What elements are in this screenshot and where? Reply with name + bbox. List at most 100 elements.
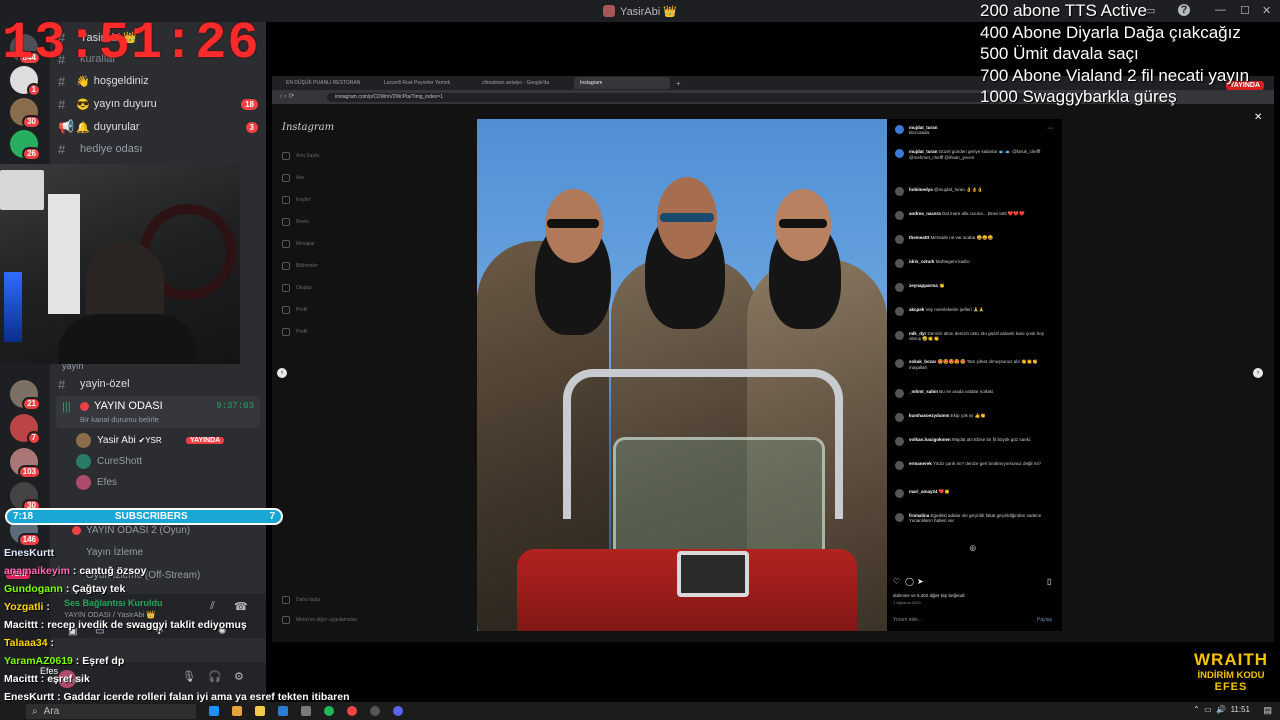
avatar — [76, 453, 91, 469]
spotify-icon[interactable] — [324, 706, 334, 716]
reels-icon — [282, 218, 290, 226]
avatar — [895, 211, 904, 220]
taskbar-clock[interactable]: 11:51 — [1231, 705, 1250, 714]
load-more-comments-icon[interactable]: ⊕ — [969, 543, 977, 554]
like-heart-icon[interactable]: ♡ — [893, 577, 900, 586]
channel-item[interactable]: # 👋 hoşgeldiniz — [58, 71, 149, 91]
chrome-icon[interactable] — [347, 706, 357, 716]
goal-line: 1000 Swaggybarkla güreş — [980, 87, 1177, 106]
discord-icon[interactable] — [393, 706, 403, 716]
webcam-feed — [0, 164, 240, 364]
comment: fromalina Egedeki adalar ole geçirildi f… — [895, 513, 1055, 523]
profile-icon — [282, 306, 290, 314]
nav-explore[interactable]: Keşfet — [282, 196, 310, 204]
close-post-icon[interactable]: ✕ — [1254, 112, 1262, 123]
server-icon-8[interactable]: 30 — [10, 482, 41, 513]
edge-icon[interactable] — [209, 706, 219, 716]
comment: akcpek Vay memleketim şefleri 🙏🙏 — [895, 307, 1055, 316]
comment: themeattt Mersüde ne var acaba 😄😄😄 — [895, 235, 1055, 244]
outlook-icon[interactable] — [278, 706, 288, 716]
chat-message: EnesKurtt — [4, 547, 55, 559]
threads-icon — [282, 328, 290, 336]
notifications-icon[interactable]: ▤ — [1263, 705, 1272, 716]
channel-item[interactable]: # yayin-özel — [58, 374, 130, 394]
chat-message: YaramAZ0619 : Eşref dp — [4, 655, 125, 667]
close-button[interactable]: ✕ — [1262, 4, 1271, 17]
voice-user[interactable]: Yasir Abi ✔YSR YAYINDA — [76, 430, 225, 450]
post-header: mujdat_turan Bozcaada — [895, 125, 1055, 135]
sunglasses-icon: 😎 — [76, 98, 90, 111]
network-icon[interactable]: ▭ — [1204, 705, 1212, 714]
channel-item[interactable]: 📢 🔔 duyurular 3 — [58, 117, 258, 137]
avatar — [895, 187, 904, 196]
sunglasses — [660, 213, 714, 222]
nav-search[interactable]: Ara — [282, 174, 304, 182]
browser-tab[interactable]: chinatown antalyo - Google'da — [476, 77, 572, 89]
store-icon[interactable] — [301, 706, 311, 716]
chat-message: Macittt : eşref sik — [4, 673, 90, 685]
wave-icon: 👋 — [76, 75, 90, 88]
browser-tab[interactable]: EN DÜŞÜK PUANLI RESTORAN — [280, 77, 376, 89]
server-icon-6[interactable]: 7 — [10, 414, 41, 445]
avatar — [895, 331, 904, 340]
avatar — [895, 149, 904, 158]
tray-chevron-icon[interactable]: ⌃ — [1193, 705, 1200, 714]
nav-arrows-icon[interactable]: ‹ › ⟳ — [280, 92, 294, 100]
nav-create[interactable]: Oluştur — [282, 284, 312, 292]
avatar — [895, 461, 904, 470]
sub-count-right: 7 — [269, 511, 275, 522]
server-ping-badge: 7 — [26, 431, 41, 445]
channel-status-hint[interactable]: Bir kanal durumu belirle — [80, 415, 159, 424]
next-post-arrow[interactable]: › — [1253, 368, 1263, 378]
channel-item[interactable]: # hediye odası — [58, 139, 142, 159]
instagram-logo[interactable]: Instagram — [282, 122, 334, 133]
goal-line: 500 Ümit davala saçı — [980, 44, 1139, 63]
nav-reels[interactable]: Reels — [282, 218, 309, 226]
channel-item[interactable]: # 😎 yayın duyuru 18 — [58, 94, 258, 114]
compass-icon — [282, 196, 290, 204]
chat-message: Gundogann : Çağtay tek — [4, 583, 126, 595]
share-icon[interactable]: ➤ — [917, 577, 924, 586]
nav-profile[interactable]: Profil — [282, 306, 307, 314]
avatar[interactable] — [895, 125, 904, 134]
comment: mlk_dyr Denizin altını denizin üstü. Bu … — [895, 331, 1055, 342]
subscriber-bar: 7:18 SUBSCRIBERS 7 — [5, 508, 283, 525]
comment-bubble-icon[interactable]: ◯ — [905, 577, 914, 586]
nav-messages[interactable]: Mesajlar — [282, 240, 315, 248]
nav-home[interactable]: Ana Sayfa — [282, 152, 319, 160]
server-icon-5[interactable]: 21 — [10, 380, 41, 411]
volume-icon[interactable]: 🔊 — [1216, 705, 1226, 714]
sponsor-code: EFES — [1214, 681, 1248, 693]
voice-user[interactable]: Efes — [76, 472, 117, 492]
sponsor-logo: WRAITH İNDİRİM KODU EFES — [1188, 650, 1274, 693]
hash-icon: # — [58, 96, 66, 112]
prev-post-arrow[interactable]: ‹ — [277, 368, 287, 378]
nav-notifications[interactable]: Bildirimler — [282, 262, 318, 270]
bookmark-icon[interactable]: ▯ — [1047, 577, 1051, 586]
comment: kumhasoezydumm Ekip çok iyi 👍👏 — [895, 413, 1055, 422]
chat-message: Talaaa34 : — [4, 637, 55, 649]
heart-icon — [282, 262, 290, 270]
server-icon-4[interactable]: 26 — [10, 130, 41, 161]
server-icon-3[interactable]: 30 — [10, 98, 41, 129]
address-bar[interactable]: instagram.com/p/CDWmV2WcPta/?img_index=1 — [327, 93, 1087, 102]
voice-room-active[interactable]: ||| YAYIN ODASI 9:37:03 Bir kanal durumu… — [56, 396, 260, 428]
post-comment-button[interactable]: Paylaş — [1037, 617, 1052, 623]
avatar — [895, 389, 904, 398]
nav-threads[interactable]: Profil — [282, 328, 307, 336]
avatar — [76, 474, 91, 490]
likes-count[interactable]: dolimine ve 5.402 diğer kişi beğendi — [893, 593, 965, 598]
server-icon-7[interactable]: 103 — [10, 448, 41, 479]
comment-input[interactable]: Yorum ekle... — [893, 617, 922, 623]
copilot-icon[interactable] — [232, 706, 242, 716]
avatar — [76, 432, 91, 448]
browser-tab-active[interactable]: Instagram — [574, 77, 670, 89]
voice-user[interactable]: CureShott — [76, 451, 142, 471]
file-explorer-icon[interactable] — [255, 706, 265, 716]
browser-tab[interactable]: Lezzetli Rost Peynirler Yemek — [378, 77, 474, 89]
stream-clock: 13:51:26 — [2, 14, 260, 73]
taskbar-search[interactable]: ⌕ Ara — [26, 703, 196, 719]
more-options-icon[interactable]: ··· — [1047, 125, 1054, 132]
obs-icon[interactable] — [370, 706, 380, 716]
new-tab-icon[interactable]: + — [676, 79, 681, 88]
